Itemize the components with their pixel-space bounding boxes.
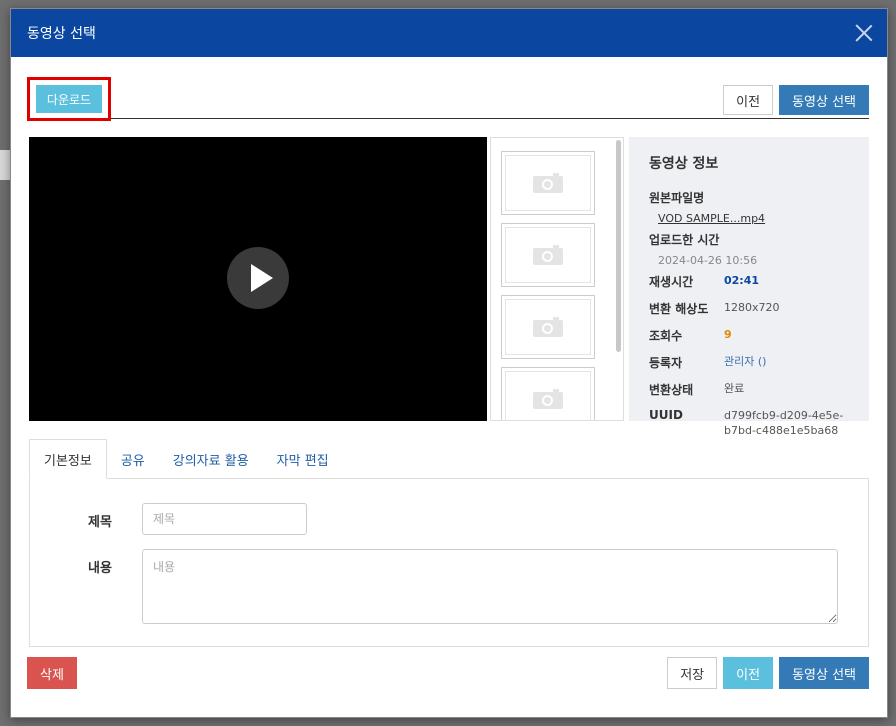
video-select-modal: 동영상 선택 다운로드 이전 동영상 선택 동영상 정보 원본파일명 VOD S… <box>10 8 888 718</box>
footer-left-actions: 삭제 <box>27 657 77 689</box>
content-textarea[interactable] <box>142 549 838 624</box>
video-info-panel: 동영상 정보 원본파일명 VOD SAMPLE...mp4 업로드한 시간 20… <box>629 137 869 437</box>
info-row-views: 조회수 9 <box>649 328 732 343</box>
download-highlight: 다운로드 <box>27 77 111 121</box>
info-row-duration: 재생시간 02:41 <box>649 274 760 289</box>
toolbar-actions: 이전 동영상 선택 <box>723 85 869 115</box>
duration-value: 02:41 <box>724 274 760 287</box>
views-value: 9 <box>724 328 732 341</box>
upload-time-label: 업로드한 시간 <box>649 233 720 247</box>
footer-select-video-button[interactable]: 동영상 선택 <box>779 657 869 689</box>
resolution-value: 1280x720 <box>724 301 780 314</box>
camera-icon <box>533 173 563 193</box>
info-row-status: 변환상태 완료 <box>649 382 745 397</box>
original-filename-link[interactable]: VOD SAMPLE...mp4 <box>658 212 869 225</box>
tab-lecture-material[interactable]: 강의자료 활용 <box>159 439 263 479</box>
delete-button[interactable]: 삭제 <box>27 657 77 689</box>
select-video-button[interactable]: 동영상 선택 <box>779 85 869 115</box>
modal-header: 동영상 선택 <box>11 9 887 57</box>
camera-icon <box>533 389 563 409</box>
title-label: 제목 <box>88 515 112 530</box>
thumbnail-item[interactable] <box>501 367 595 420</box>
status-value: 완료 <box>724 382 745 395</box>
prev-button[interactable]: 이전 <box>723 85 774 115</box>
title-input[interactable] <box>142 503 307 535</box>
info-row-uuid: UUID d799fcb9-d209-4e5e-b7bd-c488e1e5ba6… <box>649 408 869 438</box>
close-icon[interactable] <box>853 22 875 44</box>
uuid-value: d799fcb9-d209-4e5e-b7bd-c488e1e5ba68 <box>724 409 844 437</box>
footer-prev-button[interactable]: 이전 <box>723 657 774 689</box>
tab-subtitle-edit[interactable]: 자막 편집 <box>263 439 343 479</box>
content-label: 내용 <box>88 561 112 576</box>
camera-icon <box>533 317 563 337</box>
footer-right-actions: 저장 이전 동영상 선택 <box>667 657 869 689</box>
thumbnail-item[interactable] <box>501 295 595 359</box>
modal-toolbar: 다운로드 이전 동영상 선택 <box>27 69 869 121</box>
download-button[interactable]: 다운로드 <box>36 85 102 113</box>
modal-title: 동영상 선택 <box>27 26 96 42</box>
info-row-resolution: 변환 해상도 1280x720 <box>649 301 780 316</box>
tab-bar: 기본정보 공유 강의자료 활용 자막 편집 <box>29 439 869 479</box>
play-icon[interactable] <box>227 247 289 309</box>
basic-info-panel: 제목 내용 <box>29 479 869 647</box>
camera-icon <box>533 245 563 265</box>
video-player[interactable] <box>29 137 487 421</box>
video-info-title: 동영상 정보 <box>649 156 719 172</box>
save-button[interactable]: 저장 <box>667 657 718 689</box>
upload-time-value: 2024-04-26 10:56 <box>658 254 758 267</box>
original-filename-label: 원본파일명 <box>649 191 705 205</box>
tab-basic-info[interactable]: 기본정보 <box>29 439 107 479</box>
thumbnail-list <box>490 137 624 421</box>
thumbnail-scrollbar[interactable] <box>616 140 621 352</box>
background-hint <box>0 150 10 180</box>
tab-share[interactable]: 공유 <box>107 439 159 479</box>
thumbnail-item[interactable] <box>501 223 595 287</box>
info-row-registrant: 등록자 관리자 () <box>649 354 767 370</box>
registrant-value[interactable]: 관리자 () <box>724 354 766 369</box>
thumbnail-item[interactable] <box>501 151 595 215</box>
